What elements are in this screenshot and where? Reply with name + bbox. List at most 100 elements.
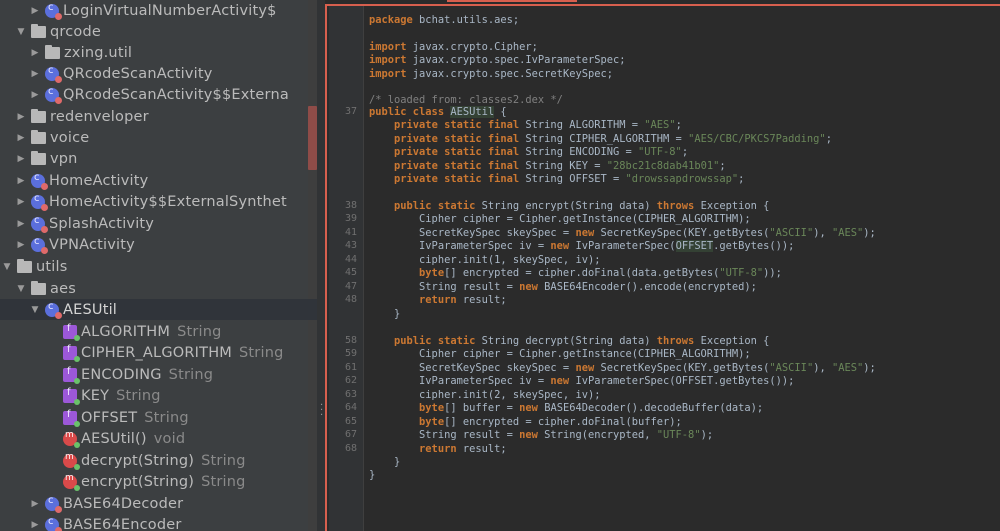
code-line[interactable]: return result; — [369, 443, 507, 455]
line-number: 38 — [344, 200, 357, 211]
line-number: 65 — [344, 416, 357, 427]
code-line[interactable]: SecretKeySpec skeySpec = new SecretKeySp… — [369, 227, 876, 239]
tree-item-homeactivity-external[interactable]: ▶ HomeActivity$$ExternalSynthet — [0, 191, 317, 212]
code-line[interactable]: Cipher cipher = Cipher.getInstance(CIPHE… — [369, 348, 751, 360]
code-line[interactable]: Cipher cipher = Cipher.getInstance(CIPHE… — [369, 213, 751, 225]
tree-item-field-key[interactable]: KEY String — [0, 385, 317, 406]
line-number: 41 — [344, 227, 357, 238]
code-line[interactable]: byte[] encrypted = cipher.doFinal(buffer… — [369, 416, 682, 428]
collapsed-arrow-icon[interactable]: ▶ — [28, 520, 42, 530]
code-line[interactable]: public class AESUtil { — [369, 106, 507, 118]
tree-item-zxing-util[interactable]: ▶ zxing.util — [0, 42, 317, 63]
code-line[interactable]: byte[] encrypted = cipher.doFinal(data.g… — [369, 267, 782, 279]
expanded-arrow-icon[interactable]: ▼ — [0, 262, 14, 272]
collapsed-arrow-icon[interactable]: ▶ — [14, 197, 28, 207]
code-line[interactable]: cipher.init(1, skeySpec, iv); — [369, 254, 600, 266]
member-type: void — [153, 430, 186, 447]
tree-item-label: zxing.util — [64, 44, 133, 61]
code-line[interactable]: SecretKeySpec skeySpec = new SecretKeySp… — [369, 362, 876, 374]
collapsed-arrow-icon[interactable]: ▶ — [28, 69, 42, 79]
collapsed-arrow-icon[interactable]: ▶ — [28, 48, 42, 58]
tree-item-splashactivity[interactable]: ▶ SplashActivity — [0, 213, 317, 234]
tree-item-aesutil-selected[interactable]: ▼ AESUtil — [0, 299, 317, 320]
tree-item-vpn[interactable]: ▶ vpn — [0, 148, 317, 169]
tree-item-method-decrypt[interactable]: decrypt(String) String — [0, 450, 317, 471]
tree-item-qrcodescanactivity-external[interactable]: ▶ QRcodeScanActivity$$Externa — [0, 84, 317, 105]
code-line[interactable]: IvParameterSpec iv = new IvParameterSpec… — [369, 240, 794, 252]
tree-item-base64encoder[interactable]: ▶ BASE64Encoder — [0, 514, 317, 531]
code-line[interactable]: IvParameterSpec iv = new IvParameterSpec… — [369, 375, 794, 387]
code-line[interactable]: private static final String ENCODING = "… — [369, 146, 688, 158]
tree-item-method-encrypt[interactable]: encrypt(String) String — [0, 471, 317, 492]
code-line[interactable]: public static String encrypt(String data… — [369, 200, 769, 212]
tree-item-aes[interactable]: ▼ aes — [0, 278, 317, 299]
tree-item-homeactivity[interactable]: ▶ HomeActivity — [0, 170, 317, 191]
code-line[interactable]: cipher.init(2, skeySpec, iv); — [369, 389, 600, 401]
collapsed-arrow-icon[interactable]: ▶ — [14, 154, 28, 164]
code-line[interactable]: import javax.crypto.spec.SecretKeySpec; — [369, 68, 613, 80]
code-line[interactable]: byte[] buffer = new BASE64Decoder().deco… — [369, 402, 763, 414]
collapsed-arrow-icon[interactable]: ▶ — [14, 133, 28, 143]
code-line[interactable]: /* loaded from: classes2.dex */ — [369, 94, 563, 106]
tree-item-field-cipher-algorithm[interactable]: CIPHER_ALGORITHM String — [0, 342, 317, 363]
tree-item-field-offset[interactable]: OFFSET String — [0, 407, 317, 428]
line-number: 63 — [344, 389, 357, 400]
tree-item-redenveloper[interactable]: ▶ redenveloper — [0, 106, 317, 127]
expanded-arrow-icon[interactable]: ▼ — [14, 27, 28, 37]
collapsed-arrow-icon[interactable]: ▶ — [28, 6, 42, 16]
code-line[interactable]: import javax.crypto.Cipher; — [369, 41, 538, 53]
code-line[interactable]: private static final String CIPHER_ALGOR… — [369, 133, 832, 145]
collapsed-arrow-icon[interactable]: ▶ — [28, 90, 42, 100]
expanded-arrow-icon[interactable]: ▼ — [28, 305, 42, 315]
class-icon — [45, 2, 62, 20]
panel-splitter[interactable]: · · · — [317, 0, 325, 531]
tree-item-voice[interactable]: ▶ voice — [0, 127, 317, 148]
line-number-gutter: 37 38 39 41 43 44 45 47 48 58 59 61 62 6… — [329, 6, 364, 531]
tree-item-method-constructor[interactable]: AESUtil() void — [0, 428, 317, 449]
package-folder-icon — [31, 150, 46, 165]
class-icon — [45, 65, 62, 83]
member-type: String — [168, 366, 214, 383]
code-editor[interactable]: 37 38 39 41 43 44 45 47 48 58 59 61 62 6… — [325, 4, 1000, 531]
code-line[interactable]: return result; — [369, 294, 507, 306]
expanded-arrow-icon[interactable]: ▼ — [14, 284, 28, 294]
collapsed-arrow-icon[interactable]: ▶ — [14, 112, 28, 122]
tree-item-field-algorithm[interactable]: ALGORITHM String — [0, 321, 317, 342]
member-name: AESUtil() — [81, 430, 147, 447]
tree-item-qrcodescanactivity[interactable]: ▶ QRcodeScanActivity — [0, 63, 317, 84]
tree-item-label: HomeActivity — [49, 172, 149, 189]
code-line[interactable]: String result = new String(encrypted, "U… — [369, 429, 713, 441]
collapsed-arrow-icon[interactable]: ▶ — [14, 219, 28, 229]
collapsed-arrow-icon[interactable]: ▶ — [14, 240, 28, 250]
tree-item-loginvirtualnumberactivity[interactable]: ▶ LoginVirtualNumberActivity$ — [0, 0, 317, 21]
code-line[interactable]: } — [369, 469, 375, 481]
project-tree[interactable]: ▶ LoginVirtualNumberActivity$ ▼ qrcode ▶… — [0, 0, 317, 531]
member-name: CIPHER_ALGORITHM — [81, 344, 233, 361]
tree-item-base64decoder[interactable]: ▶ BASE64Decoder — [0, 493, 317, 514]
code-line[interactable]: private static final String OFFSET = "dr… — [369, 173, 744, 185]
collapsed-arrow-icon[interactable]: ▶ — [14, 176, 28, 186]
line-number: 37 — [344, 106, 357, 117]
member-name: ALGORITHM — [81, 323, 171, 340]
package-folder-icon — [31, 280, 46, 295]
line-number: 39 — [344, 213, 357, 224]
field-icon — [63, 323, 80, 341]
code-line[interactable]: public static String decrypt(String data… — [369, 335, 769, 347]
code-line[interactable]: private static final String KEY = "28bc2… — [369, 160, 726, 172]
code-line[interactable]: package bchat.utils.aes; — [369, 14, 519, 26]
code-line[interactable]: import javax.crypto.spec.IvParameterSpec… — [369, 54, 626, 66]
tree-item-field-encoding[interactable]: ENCODING String — [0, 364, 317, 385]
drag-handle-icon[interactable]: · · · — [320, 401, 323, 421]
tree-item-utils[interactable]: ▼ utils — [0, 256, 310, 277]
collapsed-arrow-icon[interactable]: ▶ — [28, 499, 42, 509]
code-line[interactable]: private static final String ALGORITHM = … — [369, 119, 682, 131]
code-line[interactable]: } — [369, 456, 400, 468]
class-icon — [31, 172, 48, 190]
tree-item-qrcode[interactable]: ▼ qrcode — [0, 21, 317, 42]
code-line[interactable]: String result = new BASE64Encoder().enco… — [369, 281, 757, 293]
tree-item-label: qrcode — [50, 23, 102, 40]
tree-item-label: LoginVirtualNumberActivity$ — [63, 2, 277, 19]
tree-item-label: BASE64Encoder — [63, 516, 182, 531]
code-line[interactable]: } — [369, 308, 400, 320]
tree-item-vpnactivity[interactable]: ▶ VPNActivity — [0, 234, 317, 255]
